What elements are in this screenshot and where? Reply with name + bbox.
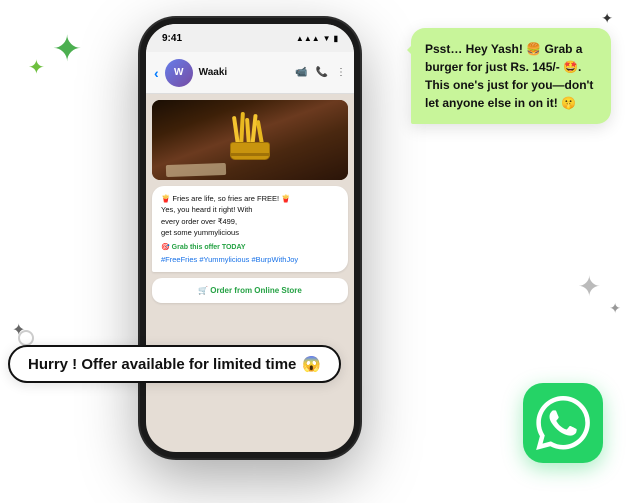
sparkle-icon-4: ✦ (578, 270, 601, 303)
header-icons: 📹 📞 ⋮ (295, 67, 346, 78)
status-icons: ▲▲▲ ▼ ▮ (296, 34, 338, 43)
decorative-circle (18, 330, 34, 346)
back-button[interactable]: ‹ (154, 65, 159, 81)
speech-bubble: Psst… Hey Yash! 🍔 Grab a burger for just… (411, 28, 611, 124)
menu-icon[interactable]: ⋮ (336, 67, 346, 78)
hurry-text: Hurry ! Offer available for limited time (28, 356, 296, 373)
video-call-icon[interactable]: 📹 (295, 67, 307, 78)
chat-header: ‹ W Waaki 📹 📞 ⋮ (146, 52, 354, 94)
sparkle-icon-2: ✦ (28, 55, 45, 80)
alarm-emoji: 😱 (302, 355, 321, 373)
status-time: 9:41 (162, 33, 182, 44)
avatar: W (165, 59, 193, 87)
promo-text-bubble: 🍟 Fries are life, so fries are FREE! 🍟 Y… (152, 186, 348, 272)
order-button[interactable]: 🛒 Order from Online Store (152, 278, 348, 303)
whatsapp-icon (523, 383, 603, 463)
hashtags: #FreeFries #Yummylicious #BurpWithJoy (161, 254, 339, 265)
call-icon[interactable]: 📞 (316, 67, 328, 78)
food-image (152, 100, 348, 180)
sparkle-icon-3: ✦ (601, 10, 613, 27)
whatsapp-logo (536, 396, 590, 450)
signal-icon: ▲▲▲ (296, 34, 320, 43)
phone-mockup: 9:41 ▲▲▲ ▼ ▮ ‹ W Waaki 📹 📞 ⋮ (140, 18, 360, 458)
hurry-offer-badge: Hurry ! Offer available for limited time… (8, 345, 341, 383)
contact-name: Waaki (199, 67, 228, 78)
wifi-icon: ▼ (323, 34, 331, 43)
offer-tag: 🎯 Grab this offer TODAY (161, 241, 339, 254)
phone-screen: 9:41 ▲▲▲ ▼ ▮ ‹ W Waaki 📹 📞 ⋮ (146, 24, 354, 452)
sparkle-icon-5: ✦ (609, 300, 621, 317)
main-scene: ✦ ✦ ✦ ✦ ✦ ✦ 9:41 ▲▲▲ ▼ ▮ ‹ W Waaki (0, 0, 631, 503)
battery-icon: ▮ (334, 34, 338, 43)
speech-bubble-text: Psst… Hey Yash! 🍔 Grab a burger for just… (425, 42, 593, 110)
sparkle-icon-1: ✦ (52, 28, 82, 70)
chat-body: 🍟 Fries are life, so fries are FREE! 🍟 Y… (146, 94, 354, 382)
avatar-text: W (174, 67, 183, 78)
status-bar: 9:41 ▲▲▲ ▼ ▮ (146, 24, 354, 52)
promo-text: 🍟 Fries are life, so fries are FREE! 🍟 Y… (161, 193, 339, 238)
